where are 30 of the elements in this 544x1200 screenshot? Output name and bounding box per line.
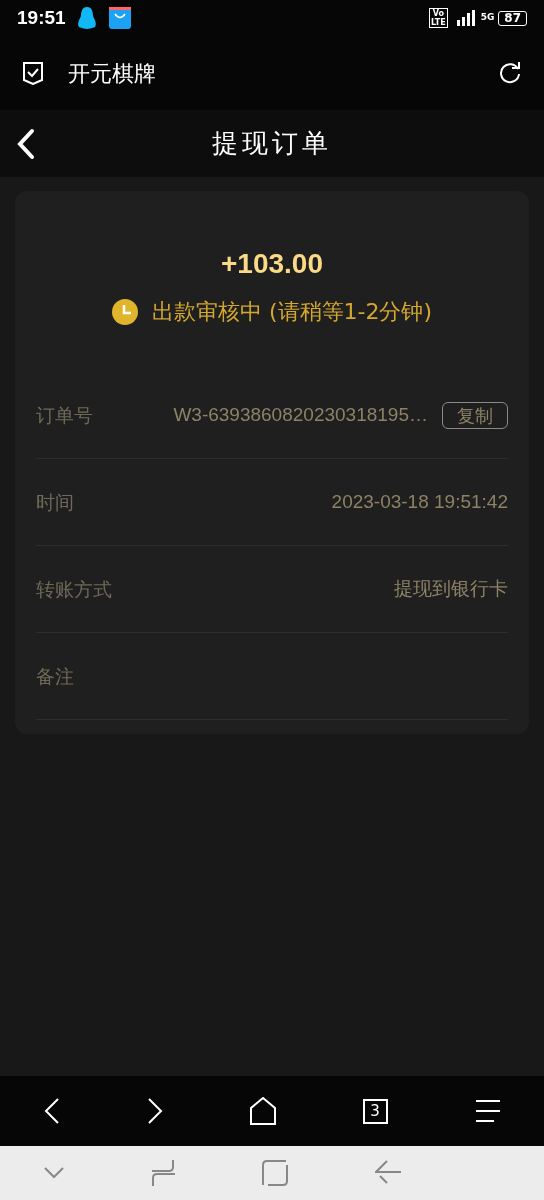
order-status: 出款审核中 (请稍等1-2分钟) — [151, 298, 433, 326]
field-label: 备注 — [36, 663, 75, 689]
field-value: 2023-03-18 19:51:42 — [331, 489, 508, 514]
back-arrow-icon[interactable] — [374, 1160, 401, 1186]
recent-apps-icon[interactable] — [150, 1159, 175, 1187]
forward-icon[interactable] — [146, 1097, 163, 1125]
back-icon[interactable] — [43, 1097, 60, 1125]
copy-button[interactable]: 复制 — [442, 401, 508, 429]
menu-icon[interactable] — [474, 1099, 501, 1123]
site-title: 开元棋牌 — [68, 59, 157, 88]
status-time: 19:51 — [17, 5, 66, 30]
battery-level: 87 — [498, 10, 527, 26]
volte-icon: Vo LTE — [428, 8, 448, 28]
field-value: W3-6393860820230318195… — [173, 402, 428, 427]
home-icon[interactable] — [249, 1097, 276, 1125]
tabs-count[interactable]: 3 — [362, 1098, 388, 1124]
chevron-down-icon[interactable] — [43, 1167, 64, 1179]
shield-check-icon[interactable] — [22, 61, 44, 85]
field-label: 转账方式 — [36, 576, 113, 602]
signal-icon — [456, 10, 477, 26]
shopping-bag-icon — [107, 6, 132, 30]
field-value: 提现到银行卡 — [394, 576, 508, 601]
clock-icon — [111, 298, 138, 325]
amount: +103.00 — [220, 247, 324, 281]
penguin-icon — [75, 6, 98, 30]
network-type: 5G — [480, 11, 495, 25]
field-label: 时间 — [36, 489, 75, 515]
field-label: 订单号 — [36, 402, 94, 428]
page-title: 提现订单 — [212, 127, 332, 160]
refresh-icon[interactable] — [498, 61, 522, 85]
